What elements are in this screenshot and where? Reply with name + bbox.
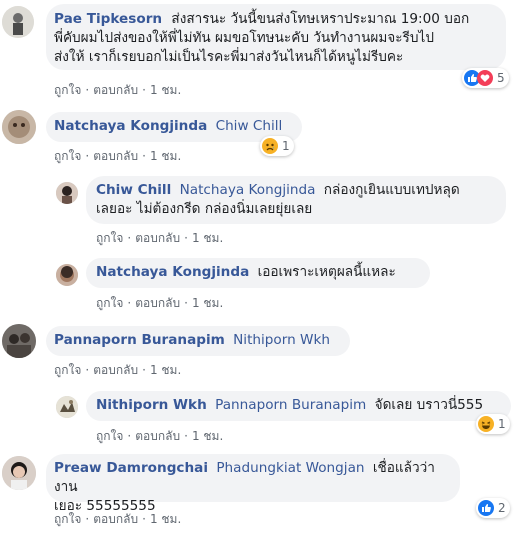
reply-link[interactable]: ตอบกลับ bbox=[93, 512, 138, 526]
comment-text-line-1: กล่องกูเยินแบบเทปหลุด bbox=[323, 182, 460, 198]
commenter-name[interactable]: Pae Tipkesorn bbox=[54, 11, 162, 27]
reaction-count: 1 bbox=[498, 417, 506, 431]
avatar[interactable] bbox=[2, 456, 36, 490]
avatar[interactable] bbox=[2, 110, 36, 144]
like-link[interactable]: ถูกใจ bbox=[96, 296, 123, 310]
comment-actions: ถูกใจ · ตอบกลับ · 1 ชม. bbox=[54, 149, 182, 163]
timestamp[interactable]: 1 ชม. bbox=[192, 231, 223, 245]
comment-actions: ถูกใจ · ตอบกลับ · 1 ชม. bbox=[54, 83, 182, 97]
reply-link[interactable]: ตอบกลับ bbox=[93, 363, 138, 377]
timestamp[interactable]: 1 ชม. bbox=[150, 83, 181, 97]
avatar[interactable] bbox=[56, 396, 78, 418]
reply-link[interactable]: ตอบกลับ bbox=[135, 429, 180, 443]
comment-text: เออเพราะเหตุผลนี้แหละ bbox=[257, 264, 396, 280]
timestamp[interactable]: 1 ชม. bbox=[192, 429, 223, 443]
mention-link[interactable]: Natchaya Kongjinda bbox=[180, 182, 316, 198]
reaction-summary[interactable]: 2 bbox=[476, 498, 510, 518]
comment-bubble: Pannaporn Buranapim Nithiporn Wkh bbox=[46, 326, 350, 356]
comment-actions: ถูกใจ · ตอบกลับ · 1 ชม. bbox=[54, 363, 182, 377]
sad-icon bbox=[262, 138, 278, 154]
mention-link[interactable]: Pannaporn Buranapim bbox=[215, 397, 366, 413]
reaction-summary[interactable]: 1 bbox=[476, 414, 510, 434]
comment-text: จัดเลย บราวนี่555 bbox=[374, 397, 484, 413]
timestamp[interactable]: 1 ชม. bbox=[150, 512, 181, 526]
comment-bubble: Nithiporn Wkh Pannaporn Buranapim จัดเลย… bbox=[86, 391, 511, 421]
commenter-name[interactable]: Pannaporn Buranapim bbox=[54, 332, 225, 348]
reaction-summary[interactable]: 1 bbox=[260, 136, 294, 156]
reaction-summary[interactable]: 5 bbox=[462, 68, 509, 88]
comment-text-line-2: เลยอะ ไม่ต้องกรีด กล่องนิ่มเลยยุ่ยเลย bbox=[96, 201, 313, 217]
comment-actions: ถูกใจ · ตอบกลับ · 1 ชม. bbox=[96, 296, 224, 310]
like-link[interactable]: ถูกใจ bbox=[54, 149, 81, 163]
like-link[interactable]: ถูกใจ bbox=[54, 363, 81, 377]
reaction-count: 2 bbox=[498, 501, 506, 515]
commenter-name[interactable]: Nithiporn Wkh bbox=[96, 397, 207, 413]
avatar[interactable] bbox=[2, 324, 36, 358]
mention-link[interactable]: Phadungkiat Wongjan bbox=[216, 460, 364, 476]
comment-bubble: Natchaya Kongjinda เออเพราะเหตุผลนี้แหละ bbox=[86, 258, 430, 288]
like-link[interactable]: ถูกใจ bbox=[54, 83, 81, 97]
reaction-count: 1 bbox=[282, 139, 290, 153]
avatar[interactable] bbox=[2, 6, 34, 38]
commenter-name[interactable]: Natchaya Kongjinda bbox=[96, 264, 249, 280]
haha-icon bbox=[478, 416, 494, 432]
comment-bubble: Pae Tipkesorn ส่งสารนะ วันนี้ขนส่งโทษเหร… bbox=[46, 4, 506, 70]
reply-link[interactable]: ตอบกลับ bbox=[135, 231, 180, 245]
reply-link[interactable]: ตอบกลับ bbox=[93, 149, 138, 163]
timestamp[interactable]: 1 ชม. bbox=[192, 296, 223, 310]
commenter-name[interactable]: Preaw Damrongchai bbox=[54, 460, 208, 476]
comment-bubble: Preaw Damrongchai Phadungkiat Wongjan เช… bbox=[46, 454, 460, 514]
timestamp[interactable]: 1 ชม. bbox=[150, 149, 181, 163]
love-icon bbox=[477, 70, 493, 86]
comment-actions: ถูกใจ · ตอบกลับ · 1 ชม. bbox=[96, 429, 224, 443]
like-link[interactable]: ถูกใจ bbox=[96, 231, 123, 245]
mention-link[interactable]: Chiw Chill bbox=[216, 118, 283, 134]
like-icon bbox=[478, 500, 494, 516]
commenter-name[interactable]: Natchaya Kongjinda bbox=[54, 118, 207, 134]
comment-bubble: Chiw Chill Natchaya Kongjinda กล่องกูเยิ… bbox=[86, 176, 506, 224]
mention-link[interactable]: Nithiporn Wkh bbox=[233, 332, 330, 348]
comment-text-line-3: ส่งให้ เราก็เรยบอกไม่เป็นไรคะพี่มาส่งวัน… bbox=[54, 49, 404, 65]
reaction-count: 5 bbox=[497, 71, 505, 85]
comment-actions: ถูกใจ · ตอบกลับ · 1 ชม. bbox=[54, 512, 182, 526]
comment-actions: ถูกใจ · ตอบกลับ · 1 ชม. bbox=[96, 231, 224, 245]
like-link[interactable]: ถูกใจ bbox=[54, 512, 81, 526]
comment-text-line-2: พี่คับผมไปส่งของให้พี่ไม่ทัน ผมขอโทษนะคั… bbox=[54, 30, 434, 46]
like-link[interactable]: ถูกใจ bbox=[96, 429, 123, 443]
avatar[interactable] bbox=[56, 264, 78, 286]
commenter-name[interactable]: Chiw Chill bbox=[96, 182, 171, 198]
avatar[interactable] bbox=[56, 182, 78, 204]
timestamp[interactable]: 1 ชม. bbox=[150, 363, 181, 377]
comment-text-line-1: ส่งสารนะ วันนี้ขนส่งโทษเหราประมาณ 19:00 … bbox=[171, 11, 470, 27]
reply-link[interactable]: ตอบกลับ bbox=[93, 83, 138, 97]
reply-link[interactable]: ตอบกลับ bbox=[135, 296, 180, 310]
